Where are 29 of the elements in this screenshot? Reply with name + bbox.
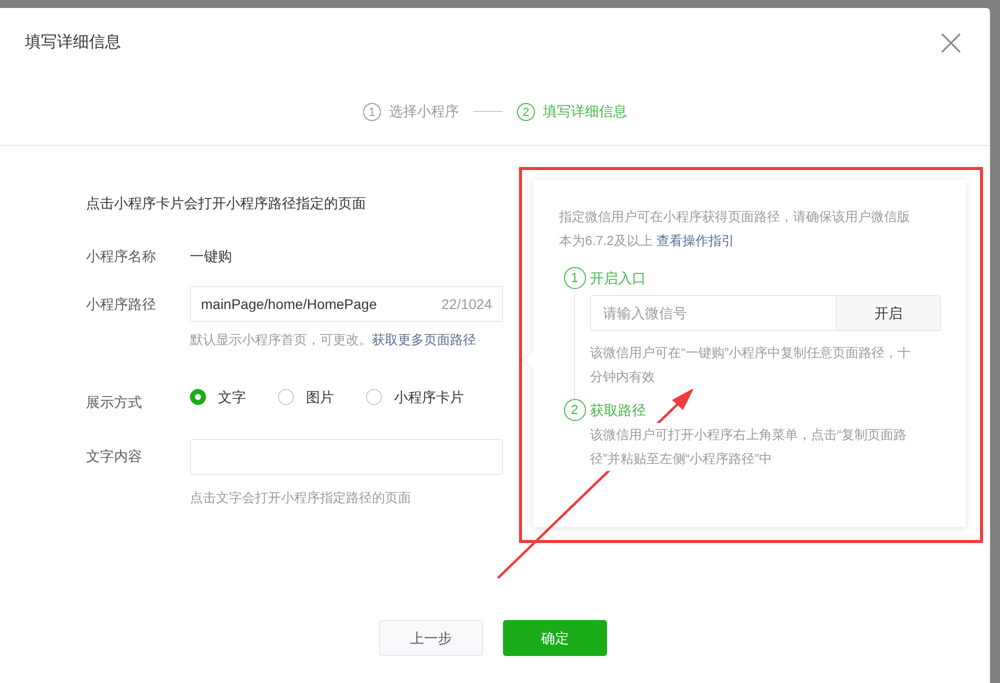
description-text: 指定微信用户可在小程序获得页面路径，请确保该用户微信版本为6.7.2及以上 查看操作指引	[559, 208, 911, 250]
radio-label: 图片	[306, 388, 334, 406]
field-label: 文字内容	[86, 447, 143, 466]
name-value: 一键购	[190, 246, 232, 266]
dialog-title: 填写详细信息	[25, 32, 121, 53]
guide-link[interactable]: 查看操作指引	[656, 233, 735, 248]
back-button[interactable]: 上一步	[379, 620, 483, 656]
field-label: 小程序路径	[86, 294, 157, 314]
step-number: 2	[517, 102, 535, 120]
step-title: 获取路径	[590, 401, 647, 420]
enable-button[interactable]: 开启	[837, 295, 941, 331]
more-paths-link[interactable]: 获取更多页面路径	[372, 332, 476, 347]
path-input[interactable]: mainPage/home/HomePage 22/1024	[190, 286, 503, 322]
help-text: 默认显示小程序首页，可更改。	[190, 332, 372, 347]
step-label: 选择小程序	[389, 102, 459, 121]
radio-label: 文字	[218, 388, 246, 406]
step-number: 2	[564, 399, 586, 421]
step-label: 填写详细信息	[543, 102, 627, 121]
char-count: 22/1024	[441, 294, 492, 314]
step-title: 开启入口	[590, 269, 647, 288]
field-label: 小程序名称	[86, 246, 157, 266]
path-value: mainPage/home/HomePage	[201, 294, 377, 314]
step-number: 1	[363, 102, 381, 120]
step-number: 1	[564, 267, 586, 289]
field-label: 展示方式	[86, 392, 143, 412]
help-text: 点击文字会打开小程序指定路径的页面	[190, 488, 412, 506]
wechat-id-field[interactable]: 请输入微信号	[590, 295, 837, 331]
radio-label: 小程序卡片	[394, 388, 464, 406]
intro-text: 点击小程序卡片会打开小程序路径指定的页面	[86, 194, 367, 213]
